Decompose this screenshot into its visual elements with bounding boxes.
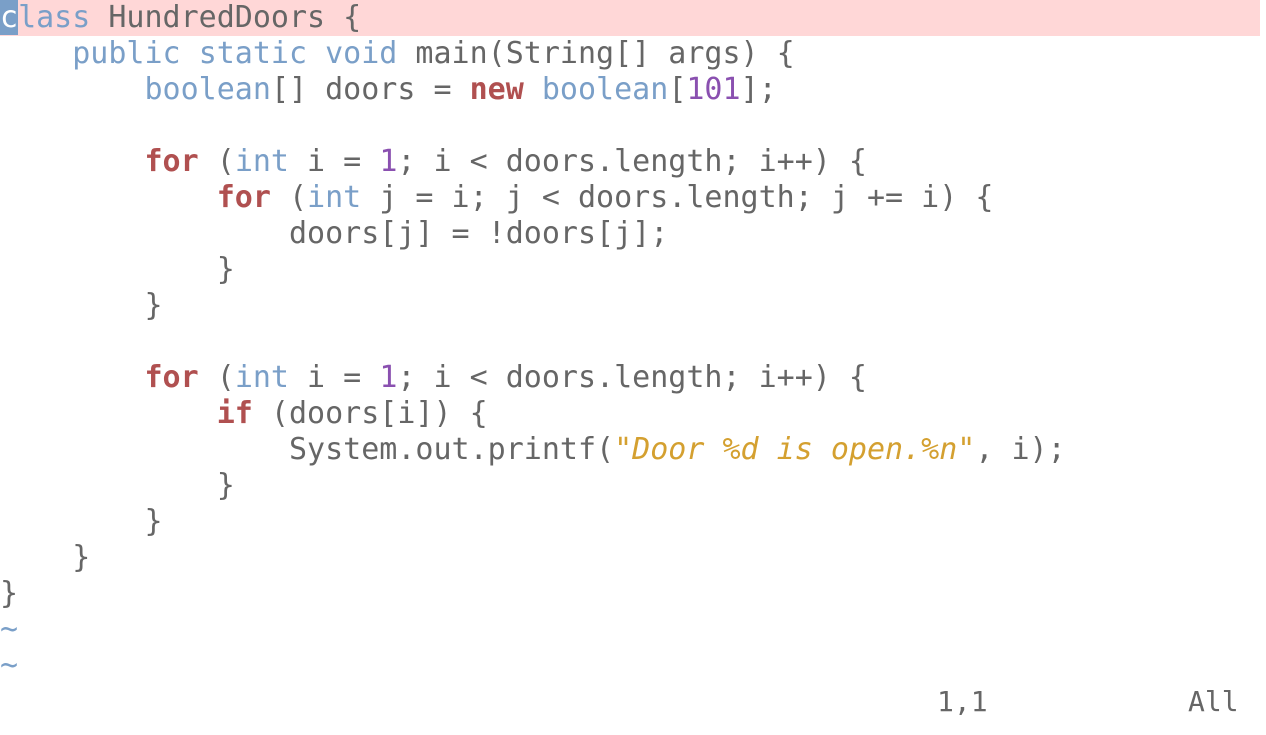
tilde-marker: ~ [0,648,19,683]
code-token: ; i < doors.length; i++) { [397,144,867,179]
code-token: , i); [975,432,1066,467]
code-token: [ [668,72,687,107]
code-token: ( [198,144,235,179]
code-line[interactable]: } [0,288,1260,324]
empty-buffer-line[interactable]: ~ [0,648,1260,684]
code-token: ]; [740,72,777,107]
code-token: int [234,360,289,395]
code-line[interactable] [0,108,1260,144]
cursor-line[interactable]: class HundredDoors { [0,0,1260,36]
code-token: int [307,180,362,215]
code-token: int [234,144,289,179]
code-token: ( [198,360,235,395]
code-token: main(String[] args) { [397,36,795,71]
empty-buffer-line[interactable]: ~ [0,612,1260,648]
code-token: 101 [686,72,741,107]
code-token: System.out.printf( [0,432,615,467]
code-token: } [0,504,163,539]
code-line[interactable]: } [0,576,1260,612]
code-token: 1 [379,360,398,395]
scroll-percent: All [1188,685,1239,718]
code-line[interactable]: } [0,504,1260,540]
code-token: boolean [541,72,669,107]
cursor-position: 1,1 [937,685,988,718]
code-editor[interactable]: class HundredDoors { public static void … [0,0,1266,684]
code-token: } [0,540,91,575]
code-token: j = i; j < doors.length; j += i) { [361,180,994,215]
code-line[interactable]: System.out.printf("Door %d is open.%n", … [0,432,1260,468]
code-token: i = [289,360,380,395]
code-token: (doors[i]) { [252,396,488,431]
code-line[interactable]: for (int i = 1; i < doors.length; i++) { [0,144,1260,180]
code-line[interactable]: } [0,468,1260,504]
code-line[interactable]: for (int j = i; j < doors.length; j += i… [0,180,1260,216]
code-token: [] doors = [270,72,470,107]
code-token: for [216,180,271,215]
code-token: for [144,360,199,395]
code-token: } [0,468,235,503]
code-token: for [144,144,199,179]
code-token: public [72,36,181,71]
code-line[interactable] [0,324,1260,360]
code-line[interactable]: } [0,252,1260,288]
code-line[interactable]: } [0,540,1260,576]
code-token: if [216,396,253,431]
code-token: new [469,72,524,107]
code-line[interactable]: boolean[] doors = new boolean[101]; [0,72,1260,108]
tilde-marker: ~ [0,612,19,647]
code-token: 1 [379,144,398,179]
code-token: void [325,36,398,71]
code-line[interactable]: if (doors[i]) { [0,396,1260,432]
code-line[interactable]: for (int i = 1; i < doors.length; i++) { [0,360,1260,396]
code-token: doors[j] = !doors[j]; [0,216,669,251]
code-token: i = [289,144,380,179]
code-token: } [0,576,19,611]
code-token: "Door %d is open.%n" [614,432,976,467]
text-cursor: c [0,0,19,35]
code-token: ; i < doors.length; i++) { [397,360,867,395]
code-token: } [0,288,163,323]
code-token: static [198,36,308,71]
code-token: ( [270,180,308,215]
status-line: 1,1 All [0,684,1266,720]
code-token: boolean [144,72,271,107]
code-line[interactable]: public static void main(String[] args) { [0,36,1260,72]
code-token: lass [18,0,91,35]
code-token: HundredDoors { [90,0,362,35]
code-line[interactable]: doors[j] = !doors[j]; [0,216,1260,252]
code-token: } [0,252,235,287]
